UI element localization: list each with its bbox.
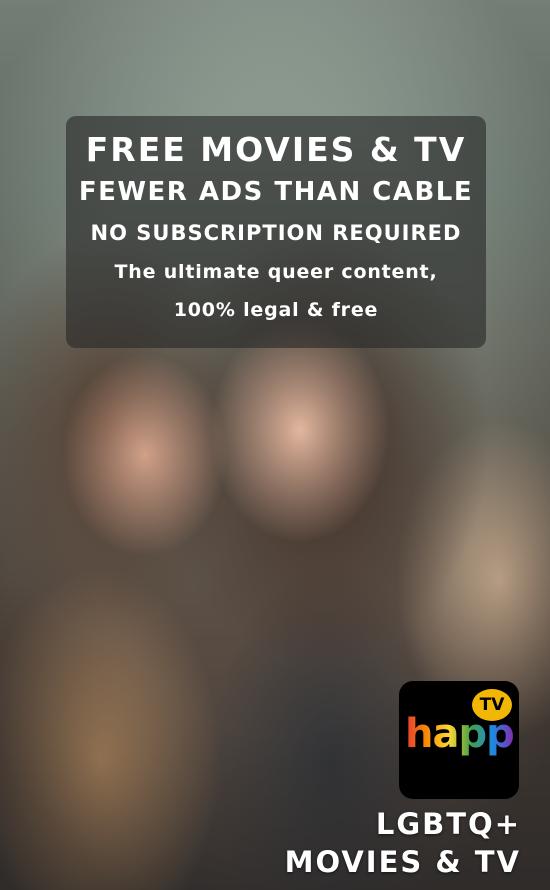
- headline-line-1: FREE MOVIES & TV: [85, 130, 467, 169]
- logo-wordmark: happi: [405, 711, 527, 757]
- tagline: LGBTQ+ MOVIES & TV: [285, 805, 521, 881]
- happi-tv-logo[interactable]: TV happi: [399, 681, 527, 799]
- headline-line-2: FEWER ADS THAN CABLE: [78, 177, 474, 207]
- headline-line-4: The ultimate queer content,: [114, 261, 438, 283]
- headline-line-5: 100% legal & free: [173, 299, 379, 321]
- tagline-line-2: MOVIES & TV: [284, 845, 521, 879]
- tagline-line-1: LGBTQ+: [375, 807, 521, 841]
- headline-panel: FREE MOVIES & TV FEWER ADS THAN CABLE NO…: [66, 116, 486, 348]
- headline-line-3: NO SUBSCRIPTION REQUIRED: [90, 221, 462, 245]
- promo-ad: FREE MOVIES & TV FEWER ADS THAN CABLE NO…: [0, 0, 550, 890]
